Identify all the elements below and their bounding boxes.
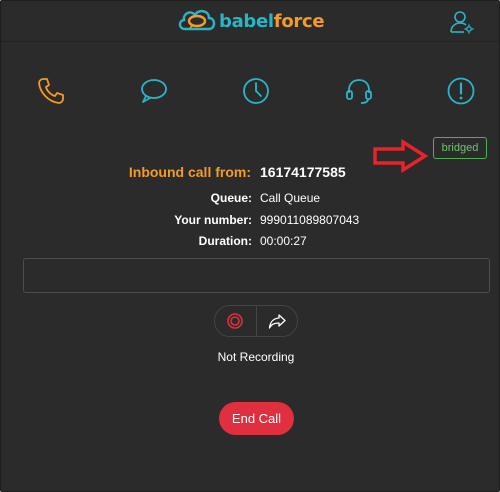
forward-share-icon	[268, 314, 286, 329]
logo-cloud-icon	[178, 9, 216, 31]
call-notes-input[interactable]	[23, 258, 490, 293]
user-settings-button[interactable]	[449, 9, 475, 35]
nav-phone-tab[interactable]	[31, 71, 71, 111]
call-status-badge: bridged	[433, 137, 487, 159]
transfer-button[interactable]	[255, 306, 297, 336]
softphone-app: babelforce bridged Inbound call from: 16…	[0, 0, 500, 492]
top-bar: babelforce	[1, 1, 499, 42]
nav-chat-tab[interactable]	[134, 71, 174, 111]
end-call-button[interactable]: End Call	[219, 402, 294, 435]
logo-text: babelforce	[219, 10, 325, 32]
logo-text-babel: babel	[219, 10, 274, 32]
nav-support-tab[interactable]	[339, 71, 379, 111]
headset-icon	[346, 79, 372, 104]
alert-icon	[447, 77, 475, 105]
nav-history-tab[interactable]	[236, 71, 276, 111]
babelforce-logo: babelforce	[177, 7, 325, 35]
caller-number: 16174177585	[260, 164, 346, 180]
annotation-arrow-icon	[373, 139, 429, 173]
recording-status: Not Recording	[217, 350, 295, 364]
your-number-value: 999011089807043	[260, 213, 360, 227]
call-actions-group	[214, 305, 298, 337]
record-button[interactable]	[215, 306, 256, 336]
main-nav	[1, 71, 499, 111]
duration-label: Duration:	[198, 234, 252, 248]
user-settings-icon	[450, 11, 474, 34]
queue-value: Call Queue	[260, 191, 321, 205]
chat-bubble-icon	[141, 79, 167, 103]
call-direction-title: Inbound call from:	[128, 164, 251, 180]
record-icon	[227, 313, 244, 329]
nav-alerts-tab[interactable]	[441, 71, 481, 111]
queue-label: Queue:	[210, 191, 252, 205]
your-number-label: Your number:	[174, 213, 252, 227]
logo-text-force: force	[273, 10, 325, 32]
phone-icon	[38, 78, 64, 104]
duration-value: 00:00:27	[260, 234, 307, 248]
clock-icon	[243, 78, 269, 104]
